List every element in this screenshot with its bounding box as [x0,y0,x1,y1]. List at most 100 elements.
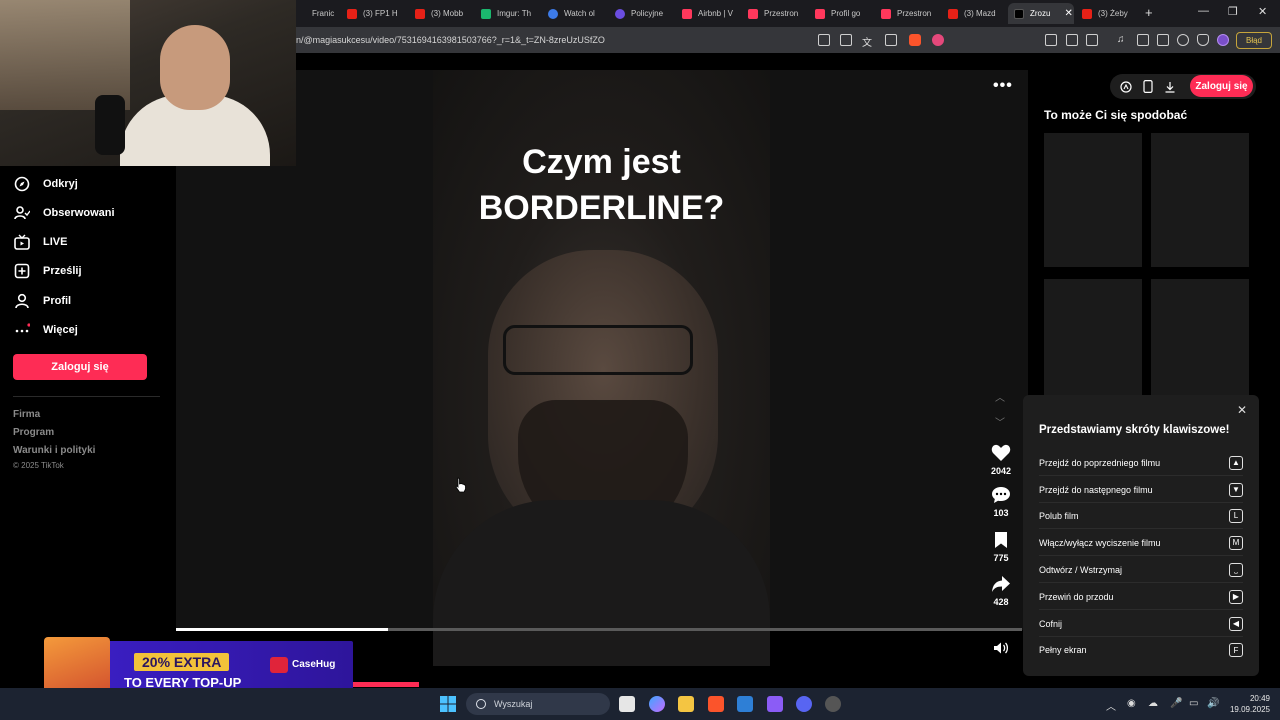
speaker-icon[interactable]: 🔊 [1207,698,1219,709]
discord-icon[interactable] [796,696,812,712]
footer-link-company[interactable]: Firma [13,409,40,420]
translate-icon[interactable]: 文 [862,34,874,49]
recommended-video-thumb[interactable] [1044,279,1142,395]
share-icon [990,574,1012,594]
restore-icon[interactable]: ❐ [1228,5,1238,18]
extension-icon[interactable] [1045,34,1057,46]
sidebar-item-discover[interactable]: Odkryj [13,173,78,195]
download-icon[interactable] [1164,80,1176,98]
mobile-app-icon[interactable] [1143,80,1153,98]
file-explorer-icon[interactable] [678,696,694,712]
sidebar-item-label: Odkryj [43,178,78,190]
tray-overflow-icon[interactable]: ︿ [1106,698,1116,713]
clock-date: 19.09.2025 [1229,705,1270,714]
more-options-icon[interactable]: ••• [993,77,1013,95]
casehug-ad-banner[interactable]: 20% EXTRA TO EVERY TOP-UP CaseHug [44,637,353,694]
sidebar-item-following[interactable]: Obserwowani [13,202,115,224]
shortcut-label: Przejdź do następnego filmu [1039,484,1153,495]
tab-2[interactable]: (3) Mobb [415,3,470,24]
footer-link-terms[interactable]: Warunki i polityki [13,445,95,456]
save-action[interactable]: 775 [984,530,1018,563]
microphone-tray-icon[interactable]: 🎤 [1170,698,1182,709]
recommended-video-thumb[interactable] [1151,133,1249,267]
close-window-icon[interactable]: ✕ [1258,5,1267,18]
screenshot-icon[interactable] [1086,34,1098,46]
minimize-icon[interactable]: — [1198,5,1209,17]
following-icon [13,204,31,222]
new-tab-icon[interactable]: + [1145,5,1153,20]
shortcut-row: Włącz/wyłącz wyciszenie filmu M [1039,530,1243,556]
brave-rewards-icon[interactable] [932,34,944,46]
header-login-button[interactable]: Zaloguj się [1190,75,1253,97]
sidebar-item-profile[interactable]: Profil [13,290,71,312]
shortcut-row: Odtwórz / Wstrzymaj ⎵ [1039,557,1243,583]
footer-link-program[interactable]: Program [13,427,54,438]
video-progress-bar[interactable] [176,628,1022,631]
coin-icon[interactable] [1120,80,1132,98]
tab-10[interactable]: (3) Mazd [948,3,1003,24]
tab-7[interactable]: Przestron [748,3,803,24]
tab-label: Zrozu [1030,9,1051,18]
vpn-shield-icon[interactable] [1197,34,1209,46]
taskbar-clock[interactable]: 20:49 19.09.2025 [1228,693,1270,715]
windows-start-icon[interactable] [440,696,456,712]
task-view-icon[interactable] [619,696,635,712]
like-action[interactable]: 2042 [984,443,1018,476]
taskbar-search[interactable]: Wyszukaj [466,693,610,715]
shortcut-label: Cofnij [1039,618,1063,629]
bookmark-star-icon[interactable] [885,34,897,46]
video-progress-fill [176,628,388,631]
video-player[interactable]: Czym jest BORDERLINE? [433,70,770,666]
tab-12[interactable]: (3) Żeby [1082,3,1137,24]
tab-3[interactable]: Imgur: Th [481,3,536,24]
volume-icon[interactable] [993,641,1009,660]
copilot-icon[interactable] [649,696,665,712]
previous-video-icon[interactable]: ︿ [995,389,1005,404]
cast-icon[interactable] [840,34,852,46]
comment-action[interactable]: 103 [984,485,1018,518]
sidebar-toggle-icon[interactable] [1137,34,1149,46]
url-field[interactable]: n/@magiasukcesu/video/753169416398150376… [296,35,605,45]
search-placeholder: Wyszukaj [494,699,533,709]
tab-0[interactable]: Franic [296,3,338,24]
no-tracking-icon[interactable] [818,34,830,46]
music-icon[interactable]: ♫ [1117,34,1129,46]
close-tab-icon[interactable]: ✕ [1064,8,1072,19]
tray-app-icon[interactable]: ◉ [1127,698,1136,709]
network-icon[interactable]: ▭ [1189,698,1198,709]
recommended-video-thumb[interactable] [1044,133,1142,267]
tab-9[interactable]: Przestron [881,3,936,24]
brave-shield-icon[interactable] [909,34,921,46]
sidebar-item-upload[interactable]: Prześlij [13,260,82,282]
tab-4[interactable]: Watch ol [548,3,603,24]
share-action[interactable]: 428 [984,574,1018,607]
tab-8[interactable]: Profil go [815,3,870,24]
store-icon[interactable] [737,696,753,712]
share-count: 428 [993,597,1009,607]
wallet-icon[interactable] [1157,34,1169,46]
error-badge[interactable]: Błąd [1236,32,1272,49]
sidebar-item-more[interactable]: Więcej [13,319,78,341]
sidebar-login-button[interactable]: Zaloguj się [13,354,147,380]
l-key-icon: L [1229,508,1243,523]
obs-icon[interactable] [825,696,841,712]
tab-1[interactable]: (3) FP1 H [347,3,402,24]
tab-11-active[interactable]: Zrozu ✕ [1008,3,1074,24]
tab-5[interactable]: Policyjne [615,3,670,24]
leo-ai-icon[interactable] [1177,34,1189,46]
close-icon[interactable]: ✕ [1237,403,1247,417]
next-video-icon[interactable]: ﹀ [995,414,1005,429]
recommended-video-thumb[interactable] [1151,279,1249,395]
brave-browser-icon[interactable] [708,696,724,712]
tab-6[interactable]: Airbnb | V [682,3,737,24]
puzzle-icon[interactable] [1066,34,1078,46]
webcam-background [0,0,130,110]
onedrive-icon[interactable]: ☁ [1148,698,1158,709]
profile-avatar-icon[interactable] [1217,34,1229,46]
sidebar-item-live[interactable]: LIVE [13,231,67,253]
sidebar-item-label: Więcej [43,324,78,336]
tab-label: Airbnb | V [698,9,733,18]
more-icon [13,321,31,339]
tiktok-page: Odkryj Obserwowani LIVE Prześlij Profil … [0,0,1280,687]
brave-nightly-icon[interactable] [767,696,783,712]
